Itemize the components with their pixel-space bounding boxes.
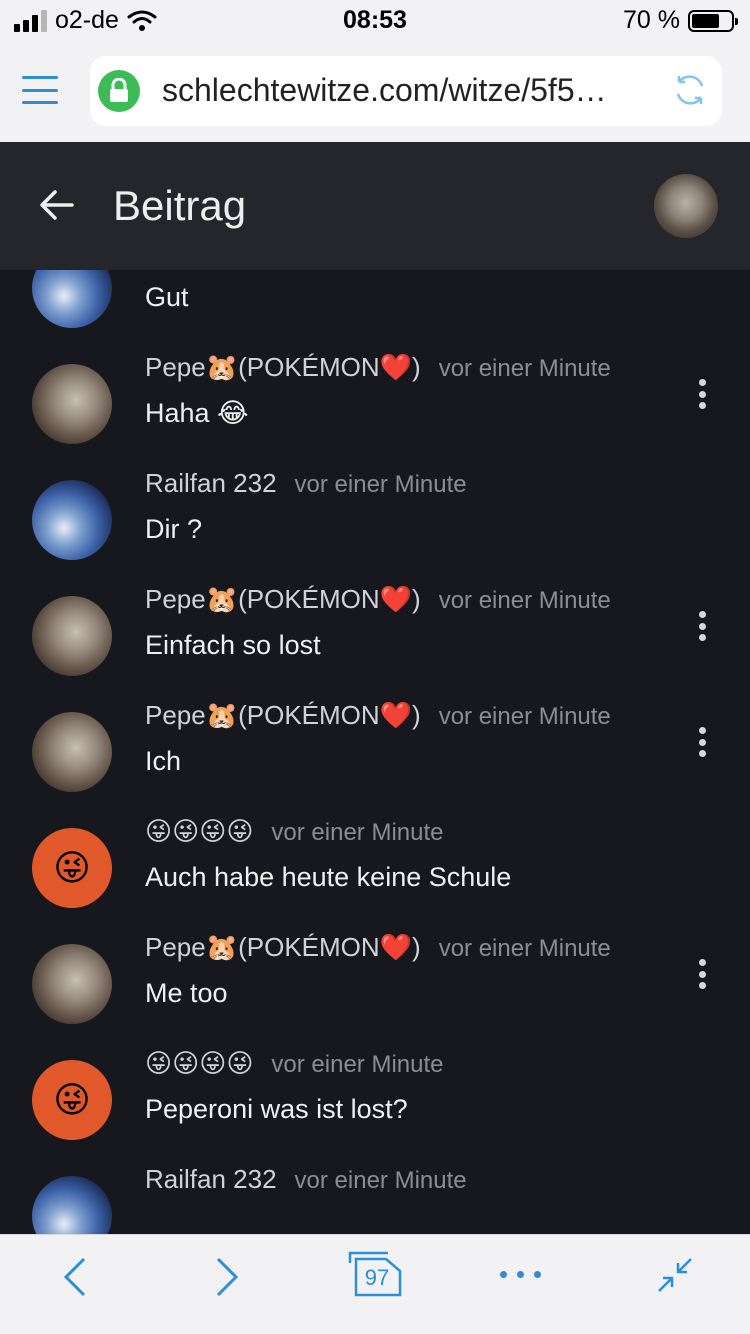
comment-item: Pepe🐹(POKÉMON❤️) vor einer Minute Einfach … bbox=[0, 570, 750, 686]
url-text[interactable]: schlechtewitze.com/witze/5f5… bbox=[162, 72, 652, 109]
avatar-emoji: 😜 bbox=[53, 847, 91, 888]
back-arrow-icon[interactable] bbox=[38, 186, 76, 224]
tabs-count[interactable]: 97 bbox=[352, 1265, 402, 1291]
comment-item: Railfan 232vor einer MinuteGut bbox=[0, 270, 750, 338]
comment-item: 😜 😜😜😜😜 vor einer Minute Peperoni was ist lo… bbox=[0, 1034, 750, 1150]
status-bar: o2-de 08:53 70 % bbox=[0, 0, 750, 42]
comment-author[interactable]: 😜😜😜😜 bbox=[145, 816, 253, 847]
comment-author[interactable]: Pepe🐹(POKÉMON❤️) bbox=[145, 584, 421, 615]
comment-avatar[interactable] bbox=[32, 270, 112, 328]
comment-avatar[interactable] bbox=[32, 712, 112, 792]
comment-text: Ich bbox=[145, 746, 182, 776]
comment-item: Railfan 232 vor einer Minute Dir ? bbox=[0, 454, 750, 570]
comment-meta: 😜😜😜😜 vor einer Minute bbox=[145, 1048, 444, 1079]
comment-text: Dir ? bbox=[145, 514, 203, 544]
comment-meta: Railfan 232 vor einer Minute bbox=[145, 468, 467, 499]
more-options-icon[interactable] bbox=[500, 1271, 541, 1278]
comment-author[interactable]: Pepe🐹(POKÉMON❤️) bbox=[145, 700, 421, 731]
comment-text: Peperoni was ist lost? bbox=[145, 1094, 408, 1124]
comment-time: vor einer Minute bbox=[271, 1051, 444, 1078]
comment-text: Me too bbox=[145, 978, 228, 1008]
user-avatar[interactable] bbox=[654, 174, 718, 238]
comments-feed[interactable]: Railfan 232vor einer MinuteGutPepe🐹(POKÉ… bbox=[0, 270, 750, 1234]
collapse-icon[interactable] bbox=[655, 1255, 695, 1295]
comment-text: Haha 😂 bbox=[145, 398, 249, 428]
comment-item: 😜 😜😜😜😜 vor einer Minute Auch habe heute kei… bbox=[0, 802, 750, 918]
browser-bottom-toolbar: 97 bbox=[0, 1234, 750, 1334]
comment-item: Railfan 232 vor einer Minute bbox=[0, 1150, 750, 1234]
reload-icon[interactable] bbox=[672, 72, 708, 108]
comment-time: vor einer Minute bbox=[438, 587, 611, 614]
comment-menu-icon[interactable] bbox=[696, 959, 708, 989]
comment-meta: Pepe🐹(POKÉMON❤️) vor einer Minute bbox=[145, 700, 611, 731]
comment-meta: Railfan 232 vor einer Minute bbox=[145, 1164, 467, 1195]
comment-author[interactable]: 😜😜😜😜 bbox=[145, 1048, 253, 1079]
comment-time: vor einer Minute bbox=[438, 703, 611, 730]
comment-item: Pepe🐹(POKÉMON❤️) vor einer Minute Ich bbox=[0, 686, 750, 802]
comment-author[interactable]: Pepe🐹(POKÉMON❤️) bbox=[145, 352, 421, 383]
comment-avatar[interactable] bbox=[32, 944, 112, 1024]
comment-meta: 😜😜😜😜 vor einer Minute bbox=[145, 816, 444, 847]
battery-percent: 70 % bbox=[623, 6, 680, 34]
comment-text: Einfach so lost bbox=[145, 630, 321, 660]
comment-time: vor einer Minute bbox=[294, 1167, 467, 1194]
comment-menu-icon[interactable] bbox=[696, 379, 708, 409]
comment-time: vor einer Minute bbox=[438, 355, 611, 382]
lock-icon bbox=[98, 70, 140, 112]
comment-menu-icon[interactable] bbox=[696, 727, 708, 757]
battery-icon bbox=[688, 9, 738, 32]
browser-back-icon[interactable] bbox=[56, 1257, 96, 1297]
comment-time: vor einer Minute bbox=[271, 819, 444, 846]
comment-text: Auch habe heute keine Schule bbox=[145, 862, 512, 892]
comment-author[interactable]: Pepe🐹(POKÉMON❤️) bbox=[145, 932, 421, 963]
comment-avatar[interactable] bbox=[32, 596, 112, 676]
address-bar[interactable]: schlechtewitze.com/witze/5f5… bbox=[90, 56, 722, 126]
comment-author[interactable]: Railfan 232 bbox=[145, 1164, 277, 1195]
comment-avatar[interactable] bbox=[32, 1176, 112, 1234]
comment-text: Gut bbox=[145, 282, 189, 312]
comment-menu-icon[interactable] bbox=[696, 611, 708, 641]
comment-meta: Pepe🐹(POKÉMON❤️) vor einer Minute bbox=[145, 932, 611, 963]
comment-avatar[interactable] bbox=[32, 364, 112, 444]
app-header: Beitrag bbox=[0, 142, 750, 270]
comment-author[interactable]: Railfan 232 bbox=[145, 468, 277, 499]
status-right: 70 % bbox=[623, 6, 738, 35]
page-title: Beitrag bbox=[113, 182, 247, 229]
browser-forward-icon[interactable] bbox=[206, 1257, 246, 1297]
comment-meta: Pepe🐹(POKÉMON❤️) vor einer Minute bbox=[145, 352, 611, 383]
comment-time: vor einer Minute bbox=[294, 471, 467, 498]
avatar-emoji: 😜 bbox=[53, 1079, 91, 1120]
comment-item: Pepe🐹(POKÉMON❤️) vor einer Minute Haha 😂 bbox=[0, 338, 750, 454]
comment-avatar[interactable]: 😜 bbox=[32, 828, 112, 908]
browser-toolbar: schlechtewitze.com/witze/5f5… bbox=[0, 42, 750, 142]
comment-avatar[interactable] bbox=[32, 480, 112, 560]
hamburger-menu-icon[interactable] bbox=[22, 76, 58, 104]
comment-avatar[interactable]: 😜 bbox=[32, 1060, 112, 1140]
comment-time: vor einer Minute bbox=[438, 935, 611, 962]
comment-meta: Pepe🐹(POKÉMON❤️) vor einer Minute bbox=[145, 584, 611, 615]
comment-item: Pepe🐹(POKÉMON❤️) vor einer Minute Me too bbox=[0, 918, 750, 1034]
